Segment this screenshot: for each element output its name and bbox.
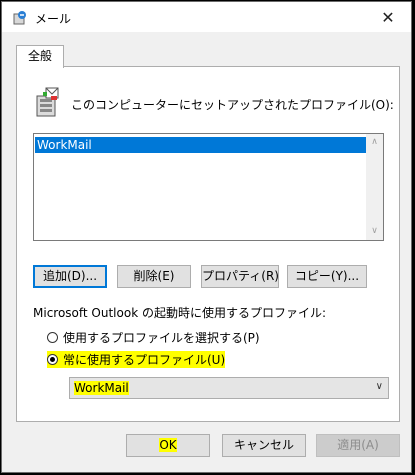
ok-button[interactable]: OK: [126, 434, 210, 457]
mail-app-icon: [12, 10, 28, 26]
delete-button[interactable]: 削除(E): [117, 265, 191, 288]
cancel-button[interactable]: キャンセル: [222, 434, 306, 457]
radio-prompt-label: 使用するプロファイルを選択する(P): [63, 331, 260, 345]
general-panel: このコンピューターにセットアップされたプロファイル(O): WorkMail ∧…: [16, 66, 400, 422]
list-item[interactable]: WorkMail: [35, 137, 368, 153]
mail-dialog: メール ✕ 全般 このコンピューターにセットアップされたプロファイル(O): W…: [1, 1, 412, 473]
mail-profile-icon: [33, 86, 63, 118]
apply-button[interactable]: 適用(A): [316, 434, 400, 457]
scroll-down-icon[interactable]: ∨: [366, 223, 383, 240]
close-icon: ✕: [381, 7, 395, 27]
properties-button[interactable]: プロパティ(R): [201, 265, 279, 288]
profiles-label: このコンピューターにセットアップされたプロファイル(O):: [71, 98, 394, 112]
radio-unchecked-icon: [47, 332, 58, 343]
radio-always-profile[interactable]: 常に使用するプロファイル(U): [47, 351, 226, 368]
radio-always-label: 常に使用するプロファイル(U): [63, 353, 226, 367]
radio-prompt-profile[interactable]: 使用するプロファイルを選択する(P): [47, 329, 260, 346]
profile-list[interactable]: WorkMail ∧ ∨: [33, 133, 384, 241]
selected-profile: WorkMail: [74, 381, 129, 395]
title-bar: メール ✕: [2, 2, 411, 32]
startup-label: Microsoft Outlook の起動時に使用するプロファイル:: [33, 306, 327, 320]
scroll-up-icon[interactable]: ∧: [366, 134, 383, 151]
radio-checked-icon: [47, 354, 58, 365]
ok-label: OK: [159, 438, 177, 452]
profile-select[interactable]: WorkMail ∨: [69, 377, 389, 399]
window-title: メール: [35, 12, 72, 26]
copy-button[interactable]: コピー(Y)...: [287, 265, 367, 288]
close-button[interactable]: ✕: [365, 2, 411, 32]
chevron-down-icon: ∨: [375, 381, 383, 392]
add-button[interactable]: 追加(D)...: [33, 265, 107, 288]
list-scrollbar[interactable]: ∧ ∨: [366, 134, 383, 240]
tab-general[interactable]: 全般: [16, 45, 64, 68]
